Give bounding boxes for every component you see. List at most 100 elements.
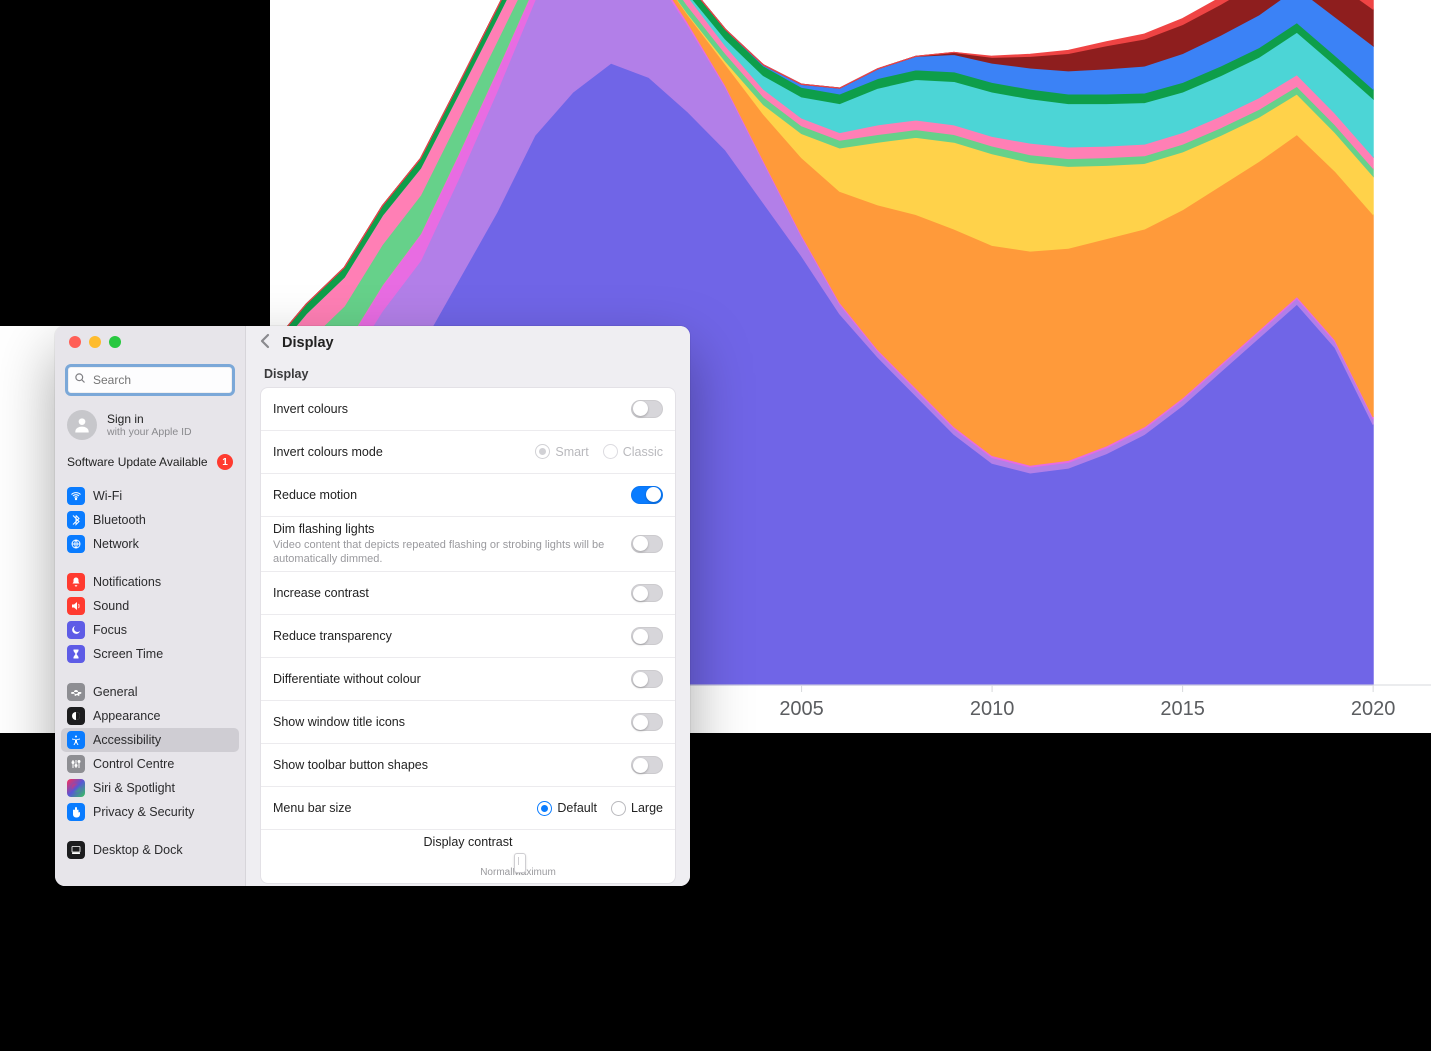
x-tick-label: 2010 [970,698,1015,720]
search-input[interactable] [91,372,226,388]
radio-menu-large[interactable]: Large [611,801,663,816]
sidebar-item-general[interactable]: General [61,680,239,704]
row-label: Invert colours [273,402,348,416]
slider-thumb[interactable] [514,853,526,873]
row-label: Increase contrast [273,586,369,600]
sidebar-item-label: Accessibility [93,733,161,747]
update-badge: 1 [217,454,233,470]
main-pane: Display Display Invert colours Invert co… [246,326,690,886]
display-settings-card: Invert colours Invert colours mode Smart… [260,387,676,885]
sidebar-item-label: Bluetooth [93,513,146,527]
hourglass-icon [67,645,85,663]
sidebar-item-label: Control Centre [93,757,174,771]
toggle-increase-contrast[interactable] [631,584,663,602]
toggle-differentiate-colour[interactable] [631,670,663,688]
system-settings-window: Sign in with your Apple ID Software Upda… [55,326,690,886]
slider-min-label: Normal [480,867,512,878]
sidebar-nav: Wi-Fi Bluetooth Network Notifications Sound F… [55,482,245,864]
sidebar-item-appearance[interactable]: Appearance [61,704,239,728]
window-zoom-button[interactable] [109,336,121,348]
sidebar-item-control-centre[interactable]: Control Centre [61,752,239,776]
row-label: Show window title icons [273,715,405,729]
sidebar-item-screen-time[interactable]: Screen Time [61,642,239,666]
sidebar-item-label: Network [93,537,139,551]
main-header: Display [246,326,690,361]
toggle-dim-flashing[interactable] [631,535,663,553]
speaker-icon [67,597,85,615]
row-label: Reduce transparency [273,629,392,643]
radio-classic: Classic [603,444,663,459]
row-label: Display contrast [424,835,513,849]
gear-icon [67,683,85,701]
accessibility-icon [67,731,85,749]
globe-icon [67,535,85,553]
sliders-icon [67,755,85,773]
bell-icon [67,573,85,591]
toggle-title-icons[interactable] [631,713,663,731]
sidebar-item-label: Screen Time [93,647,163,661]
black-region-left [0,0,270,326]
row-menu-bar-size: Menu bar size Default Large [261,786,675,829]
hand-icon [67,803,85,821]
row-differentiate-colour: Differentiate without colour [261,657,675,700]
row-toolbar-shapes: Show toolbar button shapes [261,743,675,786]
sidebar-item-label: Siri & Spotlight [93,781,175,795]
sidebar-item-notifications[interactable]: Notifications [61,570,239,594]
signin-title: Sign in [107,412,192,426]
search-icon [74,371,86,389]
sidebar-item-bluetooth[interactable]: Bluetooth [61,508,239,532]
window-close-button[interactable] [69,336,81,348]
row-label: Dim flashing lights [273,522,631,536]
x-tick-label: 2005 [779,698,824,720]
window-titlebar [55,326,245,358]
x-tick-label: 2015 [1160,698,1205,720]
sidebar-item-label: Focus [93,623,127,637]
row-display-contrast: Display contrast Normal Maximum [261,829,675,883]
sidebar-item-wifi[interactable]: Wi-Fi [61,484,239,508]
dock-icon [67,841,85,859]
sidebar-item-siri-spotlight[interactable]: Siri & Spotlight [61,776,239,800]
row-subtitle: Video content that depicts repeated flas… [273,538,631,567]
sidebar-item-label: Sound [93,599,129,613]
sidebar-item-label: Wi-Fi [93,489,122,503]
section-display-label: Display [264,367,672,381]
row-label: Menu bar size [273,801,352,815]
row-invert-colours: Invert colours [261,388,675,430]
sidebar-item-network[interactable]: Network [61,532,239,556]
radio-menu-default[interactable]: Default [537,801,597,816]
row-reduce-motion: Reduce motion [261,473,675,516]
row-label: Invert colours mode [273,445,383,459]
row-label: Show toolbar button shapes [273,758,428,772]
toggle-reduce-motion[interactable] [631,486,663,504]
back-button[interactable] [260,333,270,354]
sidebar-item-accessibility[interactable]: Accessibility [61,728,239,752]
software-update-label: Software Update Available [67,455,208,469]
sidebar-item-privacy[interactable]: Privacy & Security [61,800,239,824]
toggle-toolbar-shapes[interactable] [631,756,663,774]
row-label: Reduce motion [273,488,357,502]
window-minimize-button[interactable] [89,336,101,348]
sidebar-item-label: Appearance [93,709,160,723]
row-label: Differentiate without colour [273,672,421,686]
page-title: Display [282,335,334,351]
sidebar-item-focus[interactable]: Focus [61,618,239,642]
software-update-row[interactable]: Software Update Available 1 [55,452,245,482]
sidebar-item-sound[interactable]: Sound [61,594,239,618]
signin-subtitle: with your Apple ID [107,426,192,439]
row-title-icons: Show window title icons [261,700,675,743]
avatar [67,410,97,440]
wifi-icon [67,487,85,505]
siri-icon [67,779,85,797]
toggle-invert-colours[interactable] [631,400,663,418]
sidebar-item-label: General [93,685,137,699]
row-invert-mode: Invert colours mode Smart Classic [261,430,675,473]
search-field[interactable] [65,364,235,396]
toggle-reduce-transparency[interactable] [631,627,663,645]
sidebar-item-label: Privacy & Security [93,805,194,819]
sidebar: Sign in with your Apple ID Software Upda… [55,326,246,886]
radio-smart: Smart [535,444,588,459]
moon-icon [67,621,85,639]
appearance-icon [67,707,85,725]
signin-row[interactable]: Sign in with your Apple ID [55,406,245,452]
sidebar-item-desktop-dock[interactable]: Desktop & Dock [61,838,239,862]
